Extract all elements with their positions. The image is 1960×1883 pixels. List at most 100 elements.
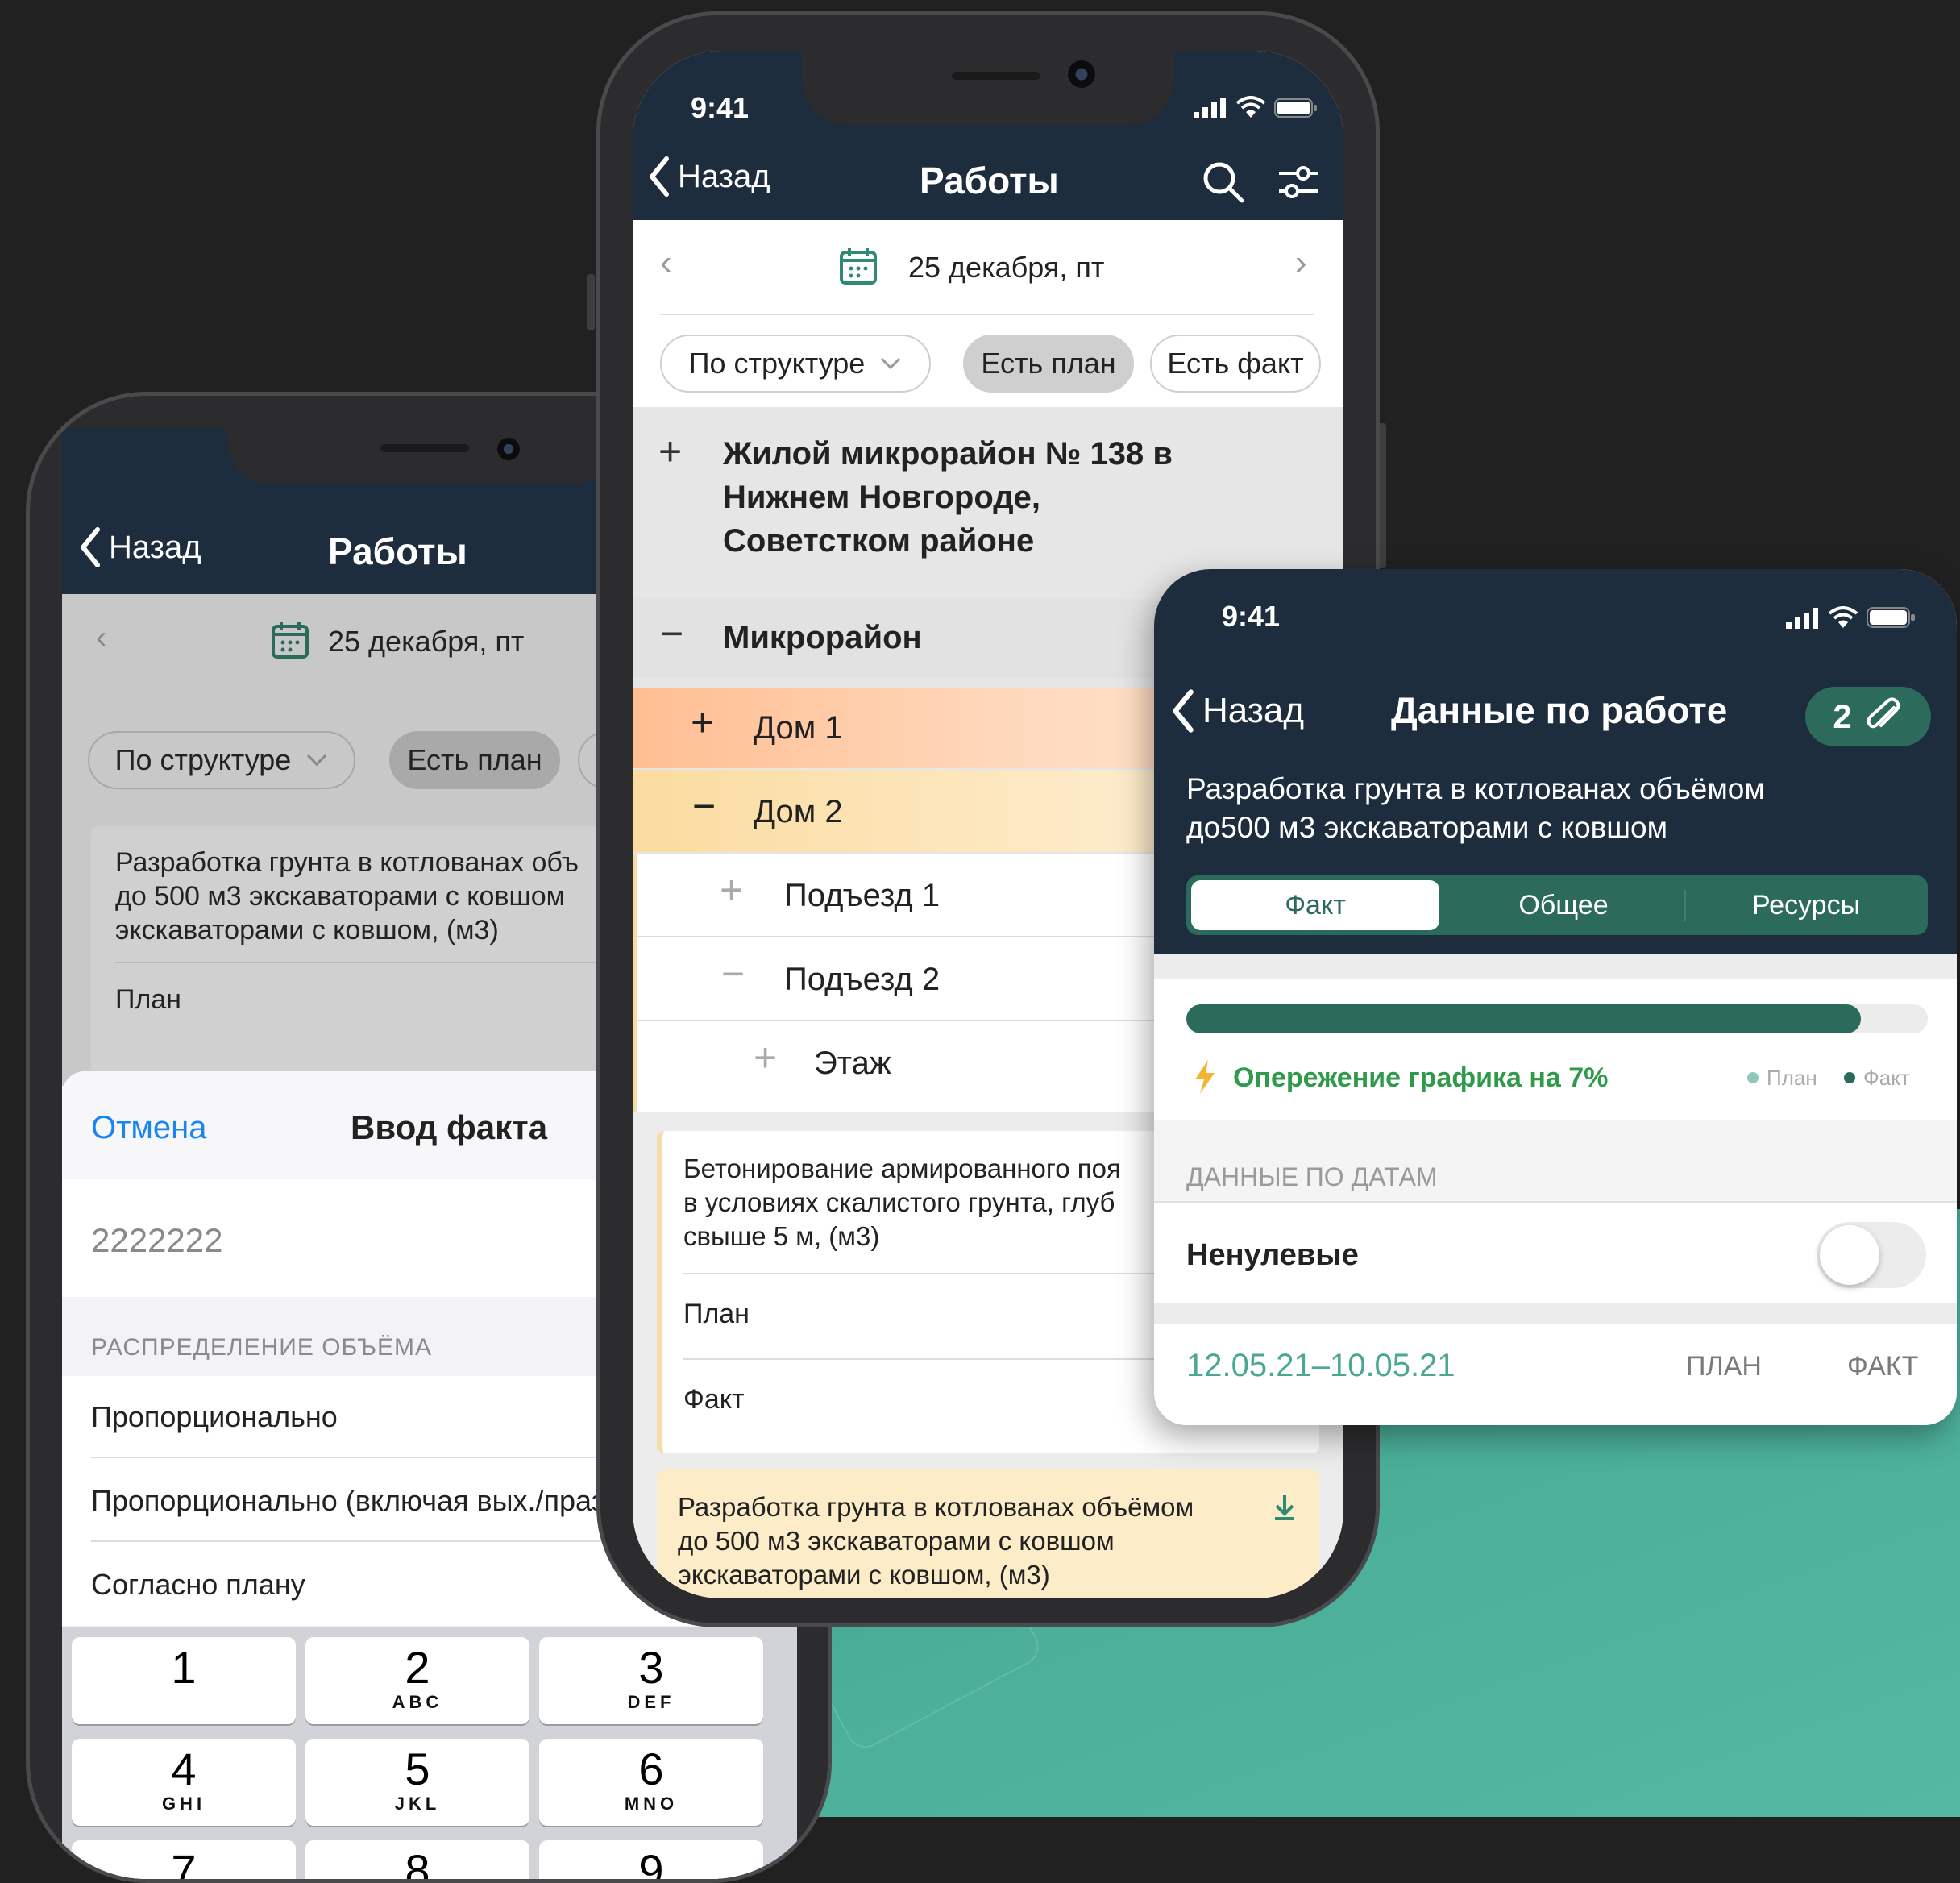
date-label: 25 декабря, пт <box>908 251 1105 284</box>
key-1[interactable]: 1 <box>72 1637 296 1724</box>
tab-general[interactable]: Общее <box>1443 880 1684 930</box>
battery-icon <box>1867 607 1915 628</box>
column-fact: ФАКТ <box>1847 1351 1919 1382</box>
left-card-line-1: Разработка грунта в котлованах объ <box>115 847 579 878</box>
prev-day-button[interactable]: ‹ <box>660 243 672 283</box>
back-label: Назад <box>678 158 770 194</box>
filter-has-plan[interactable]: Есть план <box>389 731 560 789</box>
collapse-icon: − <box>721 951 745 996</box>
divider <box>660 314 1314 315</box>
tab-general-label: Общее <box>1518 890 1609 921</box>
middle-speaker <box>952 72 1040 80</box>
key-6[interactable]: 6 MNO <box>539 1739 763 1826</box>
status-time: 9:41 <box>1222 600 1281 633</box>
tab-resources[interactable]: Ресурсы <box>1688 880 1925 930</box>
middle-camera <box>1068 60 1095 88</box>
key-8[interactable]: 8 <box>305 1840 529 1879</box>
expand-icon: + <box>720 867 744 912</box>
filter-has-plan-label: Есть план <box>981 347 1116 380</box>
progress-section-bg <box>1154 954 1957 979</box>
option-by-plan[interactable]: Согласно плану <box>91 1568 305 1602</box>
left-speaker <box>380 444 469 452</box>
column-plan: ПЛАН <box>1686 1351 1762 1382</box>
entrance2-label: Подъезд 2 <box>784 962 941 997</box>
chevron-left-icon <box>650 156 669 197</box>
district-label: Микрорайон <box>723 620 922 655</box>
work-card-line-2: в условиях скалистого грунта, глуб <box>683 1187 1115 1217</box>
option-proportional-holidays[interactable]: Пропорционально (включая вых./праз <box>91 1484 604 1518</box>
legend-fact-dot <box>1844 1072 1855 1083</box>
work-description-line-2: до500 м3 экскаваторами с ковшом <box>1186 811 1668 844</box>
search-icon[interactable] <box>1202 160 1245 204</box>
filter-structure-label: По структуре <box>114 743 292 776</box>
floor-label: Этаж <box>814 1045 891 1081</box>
filter-has-fact[interactable]: Есть факт <box>1150 335 1321 393</box>
status-icons <box>1194 96 1318 118</box>
tab-separator <box>1684 890 1686 921</box>
left-back-button[interactable]: Назад <box>78 526 201 568</box>
sheet-title: Ввод факта <box>351 1108 548 1146</box>
entrance1-label: Подъезд 1 <box>784 878 941 913</box>
legend-plan: План <box>1767 1066 1817 1090</box>
work-card-fact-label: Факт <box>683 1384 745 1415</box>
key-9[interactable]: 9 <box>539 1840 763 1879</box>
chevron-down-icon <box>881 357 901 370</box>
legend-plan-dot <box>1747 1072 1759 1083</box>
filter-structure[interactable]: По структуре <box>88 731 355 789</box>
next-day-button[interactable]: › <box>1295 243 1307 283</box>
nonzero-toggle[interactable] <box>1817 1222 1926 1288</box>
key-7[interactable]: 7 <box>72 1840 296 1879</box>
filter-has-plan-label: Есть план <box>407 743 542 776</box>
distribution-section-header: РАСПРЕДЕЛЕНИЕ ОБЪЁМА <box>91 1334 432 1361</box>
back-label: Назад <box>109 529 201 565</box>
download-icon[interactable] <box>1273 1494 1297 1521</box>
filter-settings-icon[interactable] <box>1277 162 1319 202</box>
middle-back-button[interactable]: Назад <box>647 156 770 197</box>
chevron-left-icon <box>1173 689 1194 733</box>
chevron-left-icon <box>81 527 100 567</box>
tree-row-project[interactable]: + Жилой микрорайон № 138 в Нижнем Новгор… <box>633 415 1343 588</box>
left-camera <box>497 438 520 460</box>
project-line-2: Нижнем Новгороде, <box>723 480 1040 515</box>
middle-notch <box>802 51 1174 125</box>
lightning-icon <box>1195 1060 1215 1094</box>
option-proportional[interactable]: Пропорционально <box>91 1400 338 1434</box>
toggle-knob <box>1820 1225 1879 1285</box>
tab-fact[interactable]: Факт <box>1191 880 1439 930</box>
work-detail-back-button[interactable]: Назад <box>1170 688 1304 734</box>
attachments-button[interactable]: 2 <box>1805 687 1931 746</box>
filter-structure[interactable]: По структуре <box>660 335 931 393</box>
project-line-3: Советстком районе <box>723 523 1035 559</box>
filter-has-plan[interactable]: Есть план <box>963 335 1134 393</box>
dates-section-header: ДАННЫЕ ПО ДАТАМ <box>1186 1162 1438 1191</box>
back-label: Назад <box>1202 691 1305 730</box>
paperclip-icon <box>1867 697 1900 729</box>
house2-label: Дом 2 <box>754 794 843 829</box>
work-card-line-1: Разработка грунта в котлованах объёмом <box>678 1492 1194 1522</box>
filter-has-fact-label: Есть факт <box>1167 347 1304 380</box>
progress-fill <box>1186 1004 1861 1033</box>
date-range[interactable]: 12.05.21–10.05.21 <box>1186 1348 1455 1384</box>
left-notch <box>227 428 614 484</box>
key-3[interactable]: 3 DEF <box>539 1637 763 1724</box>
work-card-line-2: до 500 м3 экскаваторами с ковшом <box>678 1526 1115 1556</box>
wifi-icon <box>1828 606 1858 628</box>
divider <box>1154 1201 1957 1203</box>
work-description-line-1: Разработка грунта в котлованах объёмом <box>1186 772 1765 805</box>
schedule-status: Опережение графика на 7% <box>1233 1062 1609 1093</box>
left-page-title: Работы <box>328 530 467 572</box>
collapse-icon: − <box>660 611 684 656</box>
key-4[interactable]: 4 GHI <box>72 1739 296 1826</box>
work-card-excavation[interactable]: Разработка грунта в котлованах объёмом д… <box>657 1469 1319 1598</box>
work-detail-panel: 9:41 Назад Данные по работе 2 Разработка… <box>1154 569 1957 1425</box>
key-2[interactable]: 2 ABC <box>305 1637 529 1724</box>
cancel-button[interactable]: Отмена <box>91 1110 207 1146</box>
work-card-plan-label: План <box>683 1299 750 1329</box>
status-time: 9:41 <box>691 91 750 124</box>
date-label: 25 декабря, пт <box>328 625 525 658</box>
project-line-1: Жилой микрорайон № 138 в <box>723 436 1173 472</box>
signal-icon <box>1786 608 1818 629</box>
key-5[interactable]: 5 JKL <box>305 1739 529 1826</box>
fact-value-input[interactable]: 2222222 <box>91 1221 223 1260</box>
prev-day-button[interactable]: ‹ <box>96 620 106 656</box>
